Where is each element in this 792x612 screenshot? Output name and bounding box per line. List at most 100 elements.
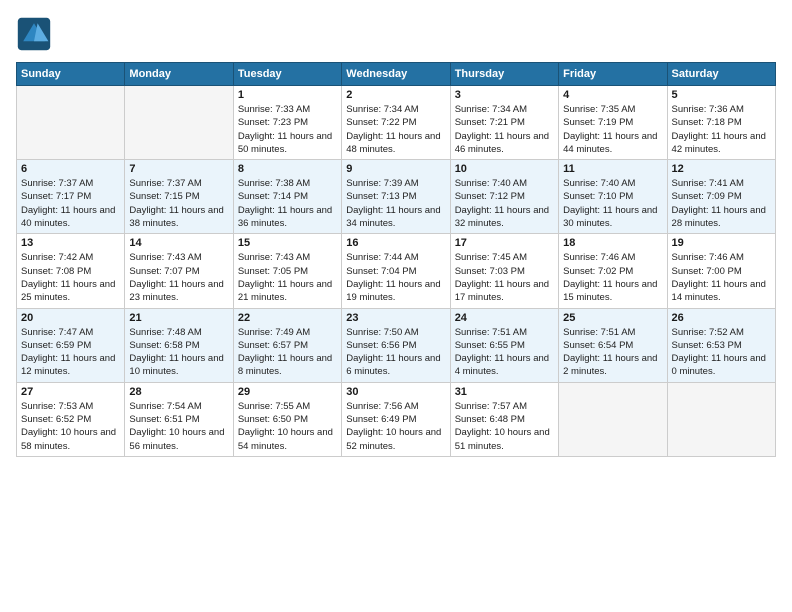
day-number: 4 xyxy=(563,89,662,101)
day-number: 15 xyxy=(238,237,337,249)
calendar-cell: 28Sunrise: 7:54 AM Sunset: 6:51 PM Dayli… xyxy=(125,382,233,456)
day-number: 14 xyxy=(129,237,228,249)
day-info: Sunrise: 7:51 AM Sunset: 6:55 PM Dayligh… xyxy=(455,326,554,379)
calendar-header-row: SundayMondayTuesdayWednesdayThursdayFrid… xyxy=(17,63,776,86)
calendar-cell: 19 Sunrise: 7:46 AM Sunset: 7:00 PM Dayli… xyxy=(667,234,775,308)
day-number: 5 xyxy=(672,89,771,101)
calendar-cell: 15 Sunrise: 7:43 AM Sunset: 7:05 PM Dayli… xyxy=(233,234,341,308)
calendar-cell: 27 Sunrise: 7:53 AM Sunset: 6:52 PM Dayli… xyxy=(17,382,125,456)
calendar-cell xyxy=(559,382,667,456)
calendar-cell: 31Sunrise: 7:57 AM Sunset: 6:48 PM Dayli… xyxy=(450,382,558,456)
day-number: 27 xyxy=(21,386,120,398)
calendar-cell: 30Sunrise: 7:56 AM Sunset: 6:49 PM Dayli… xyxy=(342,382,450,456)
day-info: Sunrise: 7:33 AM Sunset: 7:23 PM Dayligh… xyxy=(238,103,337,156)
day-number: 21 xyxy=(129,312,228,324)
day-info: Sunrise: 7:52 AM Sunset: 6:53 PM Dayligh… xyxy=(672,326,771,379)
weekday-header: Friday xyxy=(559,63,667,86)
calendar-cell: 26 Sunrise: 7:52 AM Sunset: 6:53 PM Dayli… xyxy=(667,308,775,382)
calendar-week-row: 6 Sunrise: 7:37 AM Sunset: 7:17 PM Daylig… xyxy=(17,160,776,234)
day-number: 29 xyxy=(238,386,337,398)
day-info: Sunrise: 7:39 AM Sunset: 7:13 PM Dayligh… xyxy=(346,177,445,230)
day-info: Sunrise: 7:43 AM Sunset: 7:07 PM Dayligh… xyxy=(129,251,228,304)
day-number: 22 xyxy=(238,312,337,324)
day-number: 3 xyxy=(455,89,554,101)
day-info: Sunrise: 7:46 AM Sunset: 7:00 PM Dayligh… xyxy=(672,251,771,304)
day-number: 8 xyxy=(238,163,337,175)
calendar-cell: 4 Sunrise: 7:35 AM Sunset: 7:19 PM Daylig… xyxy=(559,86,667,160)
weekday-header: Tuesday xyxy=(233,63,341,86)
calendar-week-row: 20 Sunrise: 7:47 AM Sunset: 6:59 PM Dayli… xyxy=(17,308,776,382)
day-number: 9 xyxy=(346,163,445,175)
calendar-cell: 22 Sunrise: 7:49 AM Sunset: 6:57 PM Dayli… xyxy=(233,308,341,382)
calendar-cell: 5 Sunrise: 7:36 AM Sunset: 7:18 PM Daylig… xyxy=(667,86,775,160)
day-info: Sunrise: 7:36 AM Sunset: 7:18 PM Dayligh… xyxy=(672,103,771,156)
day-info: Sunrise: 7:45 AM Sunset: 7:03 PM Dayligh… xyxy=(455,251,554,304)
page: SundayMondayTuesdayWednesdayThursdayFrid… xyxy=(0,0,792,469)
calendar-cell: 13 Sunrise: 7:42 AM Sunset: 7:08 PM Dayli… xyxy=(17,234,125,308)
weekday-header: Monday xyxy=(125,63,233,86)
calendar-cell: 25 Sunrise: 7:51 AM Sunset: 6:54 PM Dayli… xyxy=(559,308,667,382)
day-number: 28 xyxy=(129,386,228,398)
day-info: Sunrise: 7:49 AM Sunset: 6:57 PM Dayligh… xyxy=(238,326,337,379)
day-info: Sunrise: 7:38 AM Sunset: 7:14 PM Dayligh… xyxy=(238,177,337,230)
day-info: Sunrise: 7:41 AM Sunset: 7:09 PM Dayligh… xyxy=(672,177,771,230)
calendar-cell: 12Sunrise: 7:41 AM Sunset: 7:09 PM Dayli… xyxy=(667,160,775,234)
day-number: 13 xyxy=(21,237,120,249)
header xyxy=(16,16,776,52)
day-info: Sunrise: 7:34 AM Sunset: 7:22 PM Dayligh… xyxy=(346,103,445,156)
day-info: Sunrise: 7:47 AM Sunset: 6:59 PM Dayligh… xyxy=(21,326,120,379)
calendar-cell: 23 Sunrise: 7:50 AM Sunset: 6:56 PM Dayli… xyxy=(342,308,450,382)
day-info: Sunrise: 7:55 AM Sunset: 6:50 PM Dayligh… xyxy=(238,400,337,453)
calendar-cell: 20 Sunrise: 7:47 AM Sunset: 6:59 PM Dayli… xyxy=(17,308,125,382)
calendar-cell: 9 Sunrise: 7:39 AM Sunset: 7:13 PM Daylig… xyxy=(342,160,450,234)
day-info: Sunrise: 7:48 AM Sunset: 6:58 PM Dayligh… xyxy=(129,326,228,379)
day-info: Sunrise: 7:44 AM Sunset: 7:04 PM Dayligh… xyxy=(346,251,445,304)
day-number: 20 xyxy=(21,312,120,324)
day-info: Sunrise: 7:37 AM Sunset: 7:15 PM Dayligh… xyxy=(129,177,228,230)
day-info: Sunrise: 7:57 AM Sunset: 6:48 PM Dayligh… xyxy=(455,400,554,453)
weekday-header: Sunday xyxy=(17,63,125,86)
calendar-cell: 21 Sunrise: 7:48 AM Sunset: 6:58 PM Dayli… xyxy=(125,308,233,382)
day-number: 18 xyxy=(563,237,662,249)
day-info: Sunrise: 7:34 AM Sunset: 7:21 PM Dayligh… xyxy=(455,103,554,156)
day-number: 19 xyxy=(672,237,771,249)
day-number: 2 xyxy=(346,89,445,101)
weekday-header: Wednesday xyxy=(342,63,450,86)
day-number: 24 xyxy=(455,312,554,324)
day-number: 10 xyxy=(455,163,554,175)
day-number: 7 xyxy=(129,163,228,175)
day-info: Sunrise: 7:43 AM Sunset: 7:05 PM Dayligh… xyxy=(238,251,337,304)
day-number: 25 xyxy=(563,312,662,324)
calendar: SundayMondayTuesdayWednesdayThursdayFrid… xyxy=(16,62,776,457)
day-number: 11 xyxy=(563,163,662,175)
logo-icon xyxy=(16,16,52,52)
calendar-cell: 24 Sunrise: 7:51 AM Sunset: 6:55 PM Dayli… xyxy=(450,308,558,382)
day-number: 6 xyxy=(21,163,120,175)
calendar-cell: 2 Sunrise: 7:34 AM Sunset: 7:22 PM Daylig… xyxy=(342,86,450,160)
day-info: Sunrise: 7:56 AM Sunset: 6:49 PM Dayligh… xyxy=(346,400,445,453)
calendar-cell xyxy=(17,86,125,160)
calendar-week-row: 13 Sunrise: 7:42 AM Sunset: 7:08 PM Dayli… xyxy=(17,234,776,308)
day-info: Sunrise: 7:37 AM Sunset: 7:17 PM Dayligh… xyxy=(21,177,120,230)
calendar-cell: 8 Sunrise: 7:38 AM Sunset: 7:14 PM Daylig… xyxy=(233,160,341,234)
day-info: Sunrise: 7:35 AM Sunset: 7:19 PM Dayligh… xyxy=(563,103,662,156)
calendar-cell: 11 Sunrise: 7:40 AM Sunset: 7:10 PM Dayli… xyxy=(559,160,667,234)
calendar-cell: 16Sunrise: 7:44 AM Sunset: 7:04 PM Dayli… xyxy=(342,234,450,308)
day-number: 26 xyxy=(672,312,771,324)
day-info: Sunrise: 7:40 AM Sunset: 7:10 PM Dayligh… xyxy=(563,177,662,230)
day-info: Sunrise: 7:46 AM Sunset: 7:02 PM Dayligh… xyxy=(563,251,662,304)
calendar-cell: 6 Sunrise: 7:37 AM Sunset: 7:17 PM Daylig… xyxy=(17,160,125,234)
day-info: Sunrise: 7:53 AM Sunset: 6:52 PM Dayligh… xyxy=(21,400,120,453)
calendar-cell: 10 Sunrise: 7:40 AM Sunset: 7:12 PM Dayli… xyxy=(450,160,558,234)
day-info: Sunrise: 7:42 AM Sunset: 7:08 PM Dayligh… xyxy=(21,251,120,304)
day-info: Sunrise: 7:40 AM Sunset: 7:12 PM Dayligh… xyxy=(455,177,554,230)
calendar-cell: 7 Sunrise: 7:37 AM Sunset: 7:15 PM Daylig… xyxy=(125,160,233,234)
day-info: Sunrise: 7:50 AM Sunset: 6:56 PM Dayligh… xyxy=(346,326,445,379)
day-info: Sunrise: 7:51 AM Sunset: 6:54 PM Dayligh… xyxy=(563,326,662,379)
day-number: 23 xyxy=(346,312,445,324)
calendar-cell: 29 Sunrise: 7:55 AM Sunset: 6:50 PM Dayli… xyxy=(233,382,341,456)
calendar-cell: 18 Sunrise: 7:46 AM Sunset: 7:02 PM Dayli… xyxy=(559,234,667,308)
calendar-cell: 17Sunrise: 7:45 AM Sunset: 7:03 PM Dayli… xyxy=(450,234,558,308)
calendar-week-row: 1Sunrise: 7:33 AM Sunset: 7:23 PM Daylig… xyxy=(17,86,776,160)
calendar-cell: 3 Sunrise: 7:34 AM Sunset: 7:21 PM Daylig… xyxy=(450,86,558,160)
